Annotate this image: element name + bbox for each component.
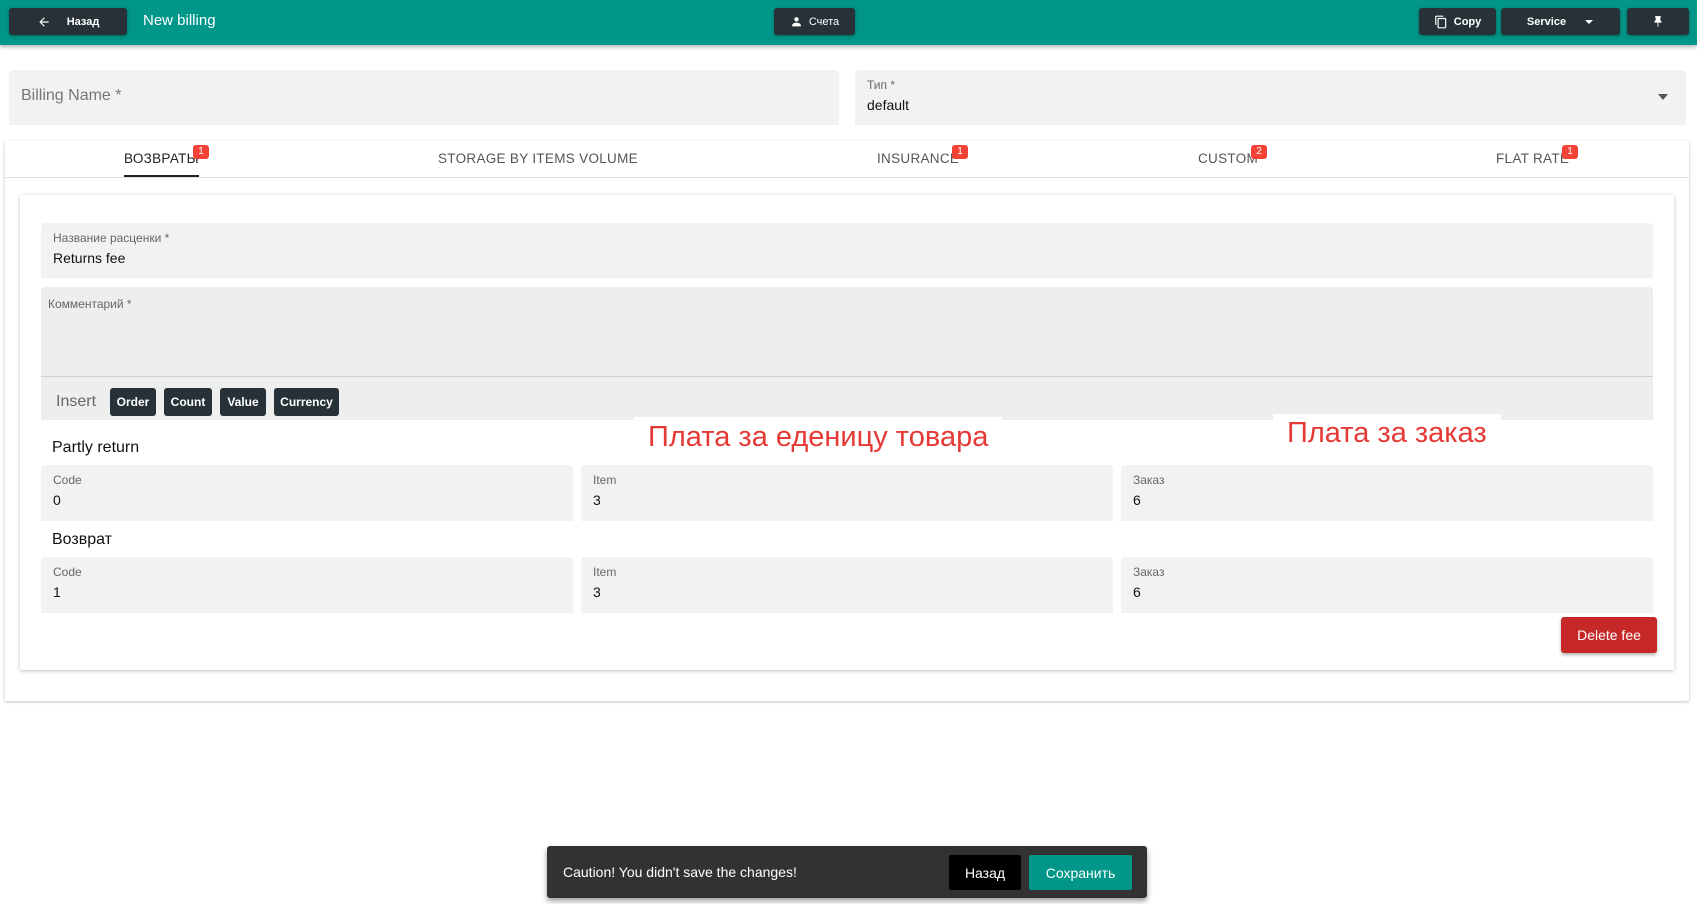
tab-insurance[interactable]: INSURANCE [877, 151, 959, 166]
insert-currency-button[interactable]: Currency [274, 388, 339, 416]
tab-custom-badge: 2 [1251, 145, 1267, 159]
field-value: 1 [53, 584, 61, 600]
app-bar: Назад New billing Счета Copy Service [0, 0, 1697, 45]
pin-icon [1654, 15, 1662, 27]
type-select[interactable]: Тип * default [855, 70, 1686, 125]
back-button-label: Назад [66, 15, 100, 28]
chevron-down-icon [1585, 19, 1594, 24]
fees-card: ВОЗВРАТЫ 1 STORAGE BY ITEMS VOLUME INSUR… [5, 141, 1689, 701]
service-button-label: Service [1526, 15, 1567, 28]
partly-return-code-field[interactable]: Code 0 [41, 465, 573, 521]
field-value: 0 [53, 492, 61, 508]
field-label: Code [53, 473, 82, 487]
fee-name-field[interactable]: Название расценки * Returns fee [41, 223, 1653, 278]
fee-name-label: Название расценки * [53, 231, 170, 245]
tab-flat-rate[interactable]: FLAT RATE [1496, 151, 1569, 166]
snackbar-message: Caution! You didn't save the changes! [563, 864, 797, 880]
arrow-left-icon [39, 16, 49, 27]
section-title-return: Возврат [52, 531, 112, 548]
insert-label: Insert [56, 393, 97, 410]
fee-editor: Название расценки * Returns fee Коммента… [20, 195, 1674, 670]
accounts-button-label: Счета [808, 15, 840, 28]
comment-editor[interactable]: Комментарий * Insert Order Count Value C… [41, 287, 1653, 420]
field-label: Code [53, 565, 82, 579]
unsaved-changes-snackbar: Caution! You didn't save the changes! На… [547, 846, 1147, 898]
fee-name-value: Returns fee [53, 250, 126, 266]
return-code-field[interactable]: Code 1 [41, 557, 573, 613]
copy-button-label: Copy [1453, 15, 1482, 28]
field-label: Item [593, 565, 617, 579]
tab-storage-by-items-volume[interactable]: STORAGE BY ITEMS VOLUME [438, 151, 638, 166]
partly-return-order-field[interactable]: Заказ 6 [1121, 465, 1653, 521]
field-value: 6 [1133, 584, 1141, 600]
type-value: default [867, 97, 910, 113]
field-value: 3 [593, 584, 601, 600]
comment-divider [41, 376, 1653, 377]
field-label: Заказ [1133, 473, 1165, 487]
billing-name-field[interactable]: Billing Name * [9, 70, 839, 125]
field-label: Заказ [1133, 565, 1165, 579]
annotation-per-item: Плата за еденицу товара [634, 417, 1003, 459]
tab-flat-rate-badge: 1 [1562, 145, 1578, 159]
field-label: Item [593, 473, 617, 487]
tab-returns[interactable]: ВОЗВРАТЫ [124, 151, 199, 166]
tab-returns-badge: 1 [193, 145, 209, 159]
service-dropdown-button[interactable]: Service [1501, 8, 1620, 35]
fee-tabs: ВОЗВРАТЫ 1 STORAGE BY ITEMS VOLUME INSUR… [5, 141, 1689, 178]
copy-icon [1434, 15, 1446, 28]
pin-button[interactable] [1627, 8, 1689, 35]
person-icon [791, 17, 801, 27]
snackbar-back-button[interactable]: Назад [949, 855, 1021, 890]
partly-return-item-field[interactable]: Item 3 [581, 465, 1113, 521]
insert-count-button[interactable]: Count [164, 388, 212, 416]
insert-value-button[interactable]: Value [220, 388, 266, 416]
tab-custom[interactable]: CUSTOM [1198, 151, 1258, 166]
billing-name-label: Billing Name * [21, 87, 122, 104]
type-label: Тип * [867, 78, 896, 92]
field-value: 6 [1133, 492, 1141, 508]
insert-order-button[interactable]: Order [110, 388, 156, 416]
copy-button[interactable]: Copy [1419, 8, 1496, 35]
tab-insurance-badge: 1 [952, 145, 968, 159]
comment-label: Комментарий * [48, 297, 132, 311]
annotation-per-order: Плата за заказ [1273, 414, 1501, 454]
dropdown-arrow-icon [1658, 94, 1668, 100]
active-tab-indicator [124, 175, 199, 177]
accounts-button[interactable]: Счета [774, 8, 855, 35]
section-title-partly-return: Partly return [52, 439, 140, 456]
delete-fee-button[interactable]: Delete fee [1561, 617, 1657, 653]
snackbar-save-button[interactable]: Сохранить [1029, 855, 1132, 890]
back-button[interactable]: Назад [9, 8, 127, 35]
field-value: 3 [593, 492, 601, 508]
page-title: New billing [143, 12, 216, 29]
return-order-field[interactable]: Заказ 6 [1121, 557, 1653, 613]
return-item-field[interactable]: Item 3 [581, 557, 1113, 613]
